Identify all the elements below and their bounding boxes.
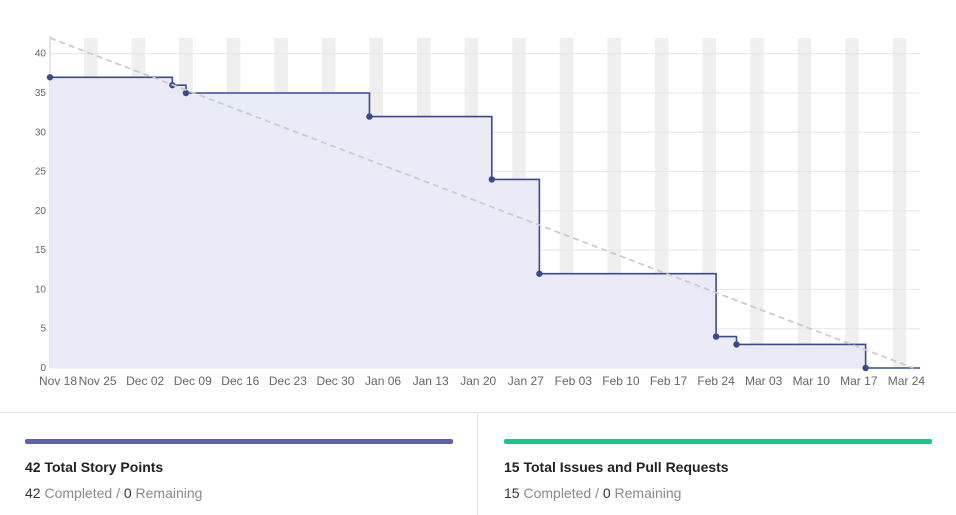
issues-progress-bar [504, 439, 932, 444]
story-points-completed-count: 42 [25, 485, 41, 501]
x-tick-label: Feb 24 [697, 374, 735, 388]
weekend-band [750, 38, 764, 368]
burndown-chart-svg: 0 5 10 15 20 25 30 35 40 Nov 18 Nov 25 Dec 02 Dec 09… [35, 36, 926, 388]
issues-stat: 15 Total Issues and Pull Requests 15 Com… [478, 413, 956, 515]
burndown-area [50, 77, 920, 369]
x-tick-label: Nov 25 [79, 374, 117, 388]
x-tick-label: Mar 03 [745, 374, 783, 388]
x-tick-label: Jan 27 [508, 374, 544, 388]
x-tick-label: Dec 02 [126, 374, 164, 388]
story-points-progress-bar [25, 439, 453, 444]
burndown-chart: 0 5 10 15 20 25 30 35 40 Nov 18 Nov 25 Dec 02 Dec 09… [0, 0, 956, 400]
issues-separator: / [595, 485, 599, 501]
x-tick-label: Dec 16 [221, 374, 259, 388]
x-tick-label: Feb 17 [650, 374, 688, 388]
weekend-band [845, 38, 859, 368]
issues-remaining-count: 0 [602, 485, 611, 501]
x-tick-label: Mar 24 [888, 374, 926, 388]
burndown-point [488, 176, 495, 183]
x-tick-label: Mar 17 [840, 374, 878, 388]
weekend-band [797, 38, 812, 368]
story-points-title: 42 Total Story Points [25, 459, 164, 475]
story-points-breakdown: 42 Completed / 0 Remaining [25, 485, 202, 501]
story-points-separator: / [116, 485, 120, 501]
x-tick-label: Jan 20 [460, 374, 496, 388]
y-tick-label: 15 [35, 245, 47, 256]
x-tick-label: Jan 06 [365, 374, 401, 388]
story-points-completed-label: Completed [44, 485, 113, 501]
x-tick-label: Nov 18 [39, 374, 77, 388]
x-tick-label: Dec 23 [269, 374, 307, 388]
y-tick-label: 10 [35, 284, 47, 295]
x-tick-label: Mar 10 [793, 374, 831, 388]
y-tick-label: 20 [35, 206, 47, 217]
y-tick-label: 0 [40, 363, 46, 374]
burndown-point [366, 113, 373, 120]
issues-title: 15 Total Issues and Pull Requests [504, 459, 729, 475]
burndown-point [46, 74, 54, 81]
weekend-band [892, 38, 907, 368]
x-tick-label: Feb 03 [555, 374, 593, 388]
x-tick-label: Jan 13 [413, 374, 449, 388]
x-tick-label: Dec 09 [174, 374, 212, 388]
issues-breakdown: 15 Completed / 0 Remaining [504, 485, 681, 501]
issues-remaining-label: Remaining [614, 485, 682, 501]
story-points-remaining-label: Remaining [135, 485, 203, 501]
issues-completed-label: Completed [523, 485, 592, 501]
y-tick-label: 25 [35, 167, 47, 178]
burndown-point [862, 364, 869, 372]
burndown-point [712, 333, 720, 340]
y-tick-label: 35 [35, 88, 47, 99]
y-tick-label: 40 [35, 49, 47, 60]
x-tick-label: Feb 10 [602, 374, 640, 388]
x-tick-label: Dec 30 [316, 374, 354, 388]
y-tick-label: 30 [35, 127, 47, 138]
burndown-point [536, 270, 543, 277]
story-points-stat: 42 Total Story Points 42 Completed / 0 R… [0, 413, 478, 515]
issues-completed-count: 15 [504, 485, 520, 501]
y-tick-label: 5 [40, 324, 46, 335]
summary-footer: 42 Total Story Points 42 Completed / 0 R… [0, 412, 956, 515]
story-points-remaining-count: 0 [123, 485, 132, 501]
burndown-point [733, 341, 740, 348]
